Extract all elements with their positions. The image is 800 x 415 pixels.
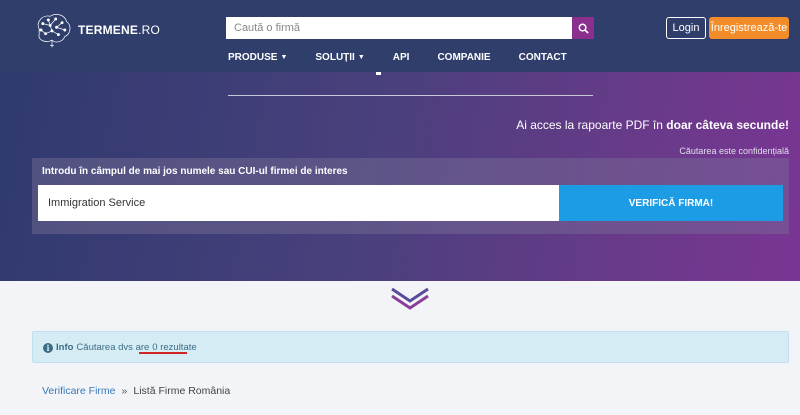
brand-name: TERMENE.RO — [77, 23, 160, 37]
info-alert: i Info Căutarea dvs are 0 rezultate — [32, 331, 789, 363]
verify-company-button[interactable]: VERIFICĂ FIRMA! — [559, 185, 783, 221]
company-search-input[interactable] — [38, 185, 559, 221]
top-navbar: TERMENE.RO Login Înregistrează-te PRODUS… — [0, 0, 800, 72]
menu-item-contact[interactable]: CONTACT — [519, 50, 567, 64]
register-button[interactable]: Înregistrează-te — [709, 17, 789, 39]
confidential-note: Căutarea este confidențială — [679, 146, 789, 156]
brain-logo-icon — [37, 14, 71, 48]
breadcrumb-separator: » — [121, 385, 128, 397]
info-label: Info — [56, 342, 74, 353]
company-search-panel: Introdu în câmpul de mai jos numele sau … — [32, 158, 789, 234]
menu-item-api[interactable]: API — [393, 50, 410, 64]
search-icon — [578, 23, 589, 34]
search-panel-label: Introdu în câmpul de mai jos numele sau … — [42, 166, 348, 177]
menu-item-solutii[interactable]: SOLUȚII ▼ — [315, 50, 364, 64]
menu-item-produse[interactable]: PRODUSE ▼ — [228, 50, 287, 64]
brand-logo[interactable]: TERMENE.RO — [30, 8, 160, 52]
header-search-input[interactable] — [226, 17, 572, 39]
info-icon: i — [43, 342, 53, 353]
hero-section: Ai acces la rapoarte PDF în doar câteva … — [0, 72, 800, 281]
hero-title-fragment — [376, 72, 381, 75]
breadcrumb-link-verificare-firme[interactable]: Verificare Firme — [42, 385, 116, 397]
main-menu: PRODUSE ▼ SOLUȚII ▼ API COMPANIE CONTACT — [228, 50, 595, 64]
hero-divider — [228, 95, 593, 96]
menu-item-companie[interactable]: COMPANIE — [437, 50, 490, 64]
breadcrumb-current: Listă Firme România — [133, 385, 231, 397]
header-search-button[interactable] — [572, 17, 594, 39]
breadcrumb: Verificare Firme » Listă Firme România — [42, 385, 230, 397]
results-underline-annotation — [139, 352, 187, 354]
hero-promo-text: Ai acces la rapoarte PDF în doar câteva … — [516, 118, 789, 132]
chevron-down-icon: ▼ — [357, 53, 365, 61]
double-chevron-down-icon — [391, 287, 429, 310]
header-search — [226, 17, 594, 39]
login-button[interactable]: Login — [666, 17, 706, 39]
chevron-down-icon: ▼ — [280, 53, 288, 61]
